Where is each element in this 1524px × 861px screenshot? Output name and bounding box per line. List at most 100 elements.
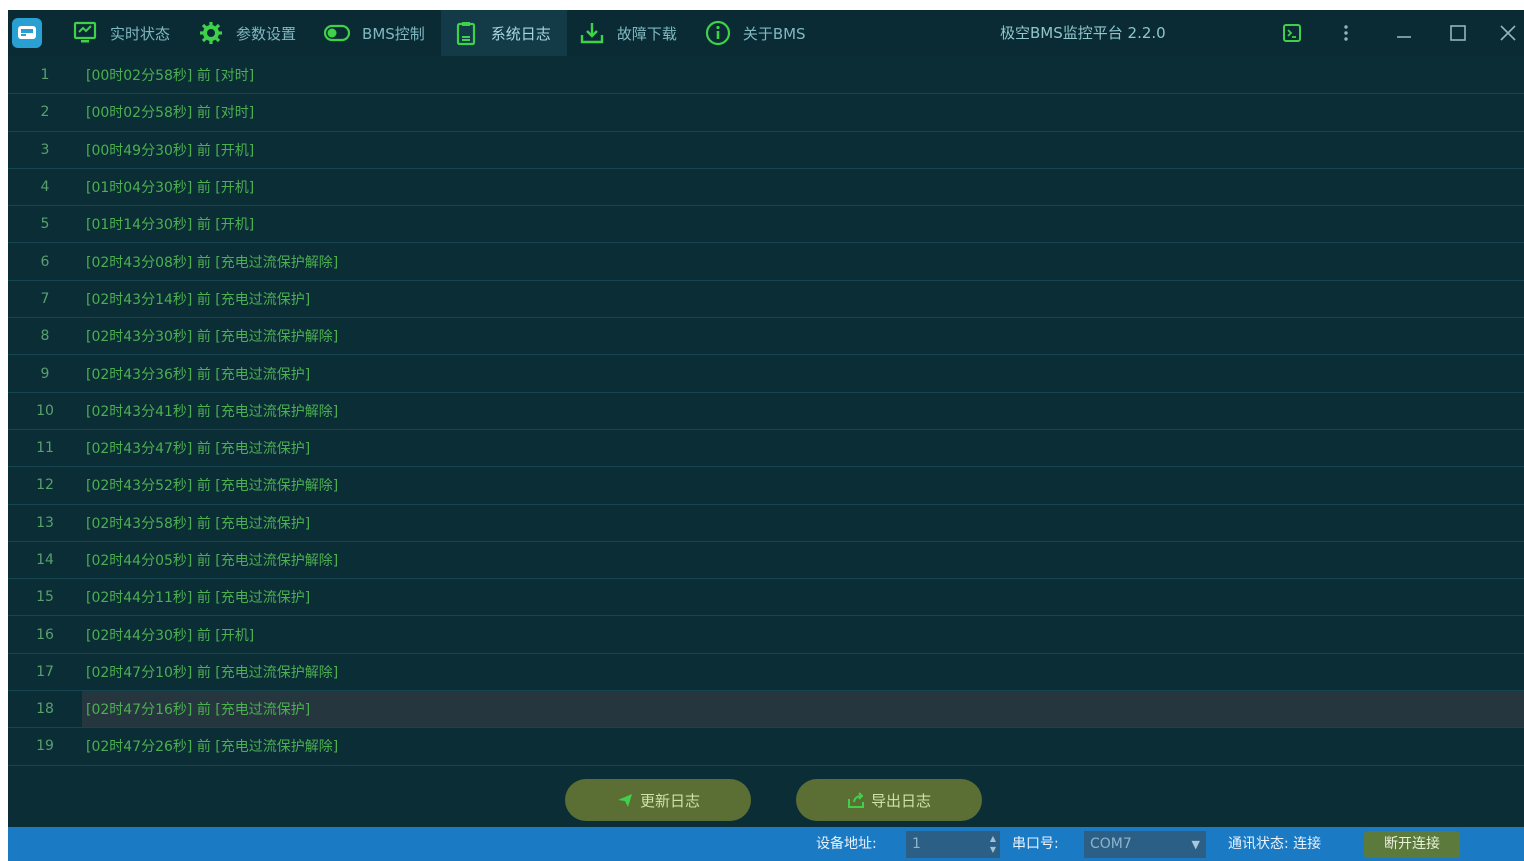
- device-address-label: 设备地址:: [816, 836, 877, 852]
- info-icon: [705, 20, 731, 46]
- log-row[interactable]: 13 [02时43分58秒] 前 [充电过流保护]: [8, 505, 1524, 542]
- log-row-text: [02时43分41秒] 前 [充电过流保护解除]: [86, 403, 339, 420]
- log-row[interactable]: 2 [00时02分58秒] 前 [对时]: [8, 94, 1524, 132]
- tab-label: BMS控制: [362, 24, 425, 43]
- log-row-text: [01时04分30秒] 前 [开机]: [86, 180, 255, 197]
- app-logo-icon: [12, 18, 42, 48]
- log-row-text: [00时02分58秒] 前 [对时]: [86, 105, 255, 122]
- log-row-number: 2: [40, 104, 50, 121]
- tab-system-log[interactable]: 系统日志: [440, 10, 567, 56]
- minimize-icon[interactable]: [1384, 10, 1424, 56]
- clipboard-icon: [453, 20, 479, 46]
- tab-fault-download[interactable]: 故障下载: [567, 10, 693, 56]
- tab-label: 系统日志: [490, 24, 551, 43]
- log-row-number: 19: [36, 738, 54, 755]
- log-row[interactable]: 19 [02时47分26秒] 前 [充电过流保护解除]: [8, 728, 1524, 766]
- log-row[interactable]: 16 [02时44分30秒] 前 [开机]: [8, 616, 1524, 654]
- log-row-text: [02时43分58秒] 前 [充电过流保护]: [86, 515, 311, 532]
- chevron-down-icon: ▼: [1191, 838, 1200, 851]
- terminal-icon[interactable]: [1272, 10, 1312, 56]
- log-row[interactable]: 5 [01时14分30秒] 前 [开机]: [8, 206, 1524, 244]
- log-row-text: [02时43分14秒] 前 [充电过流保护]: [86, 291, 311, 308]
- log-row-number: 3: [40, 141, 50, 158]
- log-row[interactable]: 4 [01时04分30秒] 前 [开机]: [8, 169, 1524, 207]
- refresh-log-button[interactable]: 更新日志: [565, 779, 751, 821]
- log-row[interactable]: 3 [00时49分30秒] 前 [开机]: [8, 132, 1524, 169]
- gear-icon: [198, 20, 224, 46]
- log-row[interactable]: 9 [02时43分36秒] 前 [充电过流保护]: [8, 355, 1524, 393]
- monitor-icon: [72, 20, 98, 46]
- log-row[interactable]: 1 [00时02分58秒] 前 [对时]: [8, 57, 1524, 95]
- log-row[interactable]: 8 [02时43分30秒] 前 [充电过流保护解除]: [8, 318, 1524, 356]
- log-row[interactable]: 17 [02时47分10秒] 前 [充电过流保护解除]: [8, 654, 1524, 692]
- log-row[interactable]: 15 [02时44分11秒] 前 [充电过流保护]: [8, 579, 1524, 617]
- log-row-text: [00时49分30秒] 前 [开机]: [86, 142, 255, 159]
- disconnect-button[interactable]: 断开连接: [1364, 831, 1460, 858]
- more-menu-icon[interactable]: [1326, 10, 1366, 56]
- log-row[interactable]: 10 [02时43分41秒] 前 [充电过流保护解除]: [8, 393, 1524, 430]
- tab-label: 参数设置: [236, 24, 297, 43]
- log-row-text: [01时14分30秒] 前 [开机]: [86, 217, 255, 234]
- log-row-number: 14: [36, 552, 54, 568]
- tab-realtime-status[interactable]: 实时状态: [60, 10, 186, 56]
- tab-label: 实时状态: [110, 24, 171, 43]
- log-row-text: [02时43分52秒] 前 [充电过流保护解除]: [86, 478, 339, 495]
- toggle-icon: [324, 20, 351, 46]
- log-row[interactable]: 12 [02时43分52秒] 前 [充电过流保护解除]: [8, 467, 1524, 505]
- log-row-number: 6: [40, 253, 50, 270]
- log-row-number: 10: [36, 402, 54, 419]
- port-label: 串口号:: [1012, 836, 1059, 852]
- top-bar: 实时状态 参数设置 BMS控制 系统日志 故障下载 关于BMS 极空BMS监控平…: [8, 10, 1524, 56]
- log-row-text: [02时43分36秒] 前 [充电过流保护]: [86, 366, 311, 383]
- port-value: COM7: [1090, 836, 1132, 852]
- refresh-log-label: 更新日志: [639, 791, 700, 810]
- spinner-arrows-icon[interactable]: ▲ ▼: [988, 833, 998, 856]
- export-log-label: 导出日志: [870, 791, 931, 810]
- log-row-number: 8: [40, 328, 50, 345]
- window-title: 极空BMS监控平台 2.2.0: [1000, 24, 1166, 42]
- device-address-input[interactable]: 1 ▲ ▼: [906, 831, 1000, 858]
- port-select[interactable]: COM7 ▼: [1084, 831, 1206, 858]
- export-icon: [847, 792, 864, 808]
- log-row[interactable]: 11 [02时43分47秒] 前 [充电过流保护]: [8, 430, 1524, 468]
- log-row-number: 15: [36, 589, 54, 606]
- log-row-number: 17: [36, 663, 54, 680]
- log-row[interactable]: 7 [02时43分14秒] 前 [充电过流保护]: [8, 281, 1524, 319]
- log-row[interactable]: 6 [02时43分08秒] 前 [充电过流保护解除]: [8, 243, 1524, 281]
- log-row-text: [02时47分10秒] 前 [充电过流保护解除]: [86, 664, 339, 681]
- log-row-number: 13: [36, 514, 54, 531]
- close-icon[interactable]: [1492, 10, 1524, 56]
- log-row-number: 11: [36, 440, 54, 457]
- tab-parameter-settings[interactable]: 参数设置: [186, 10, 312, 56]
- log-row-number: 18: [36, 701, 54, 718]
- log-row-text: [02时44分11秒] 前 [充电过流保护]: [86, 590, 311, 607]
- tab-bms-control[interactable]: BMS控制: [312, 10, 441, 56]
- log-row-number: 12: [36, 477, 54, 494]
- device-address-value: 1: [912, 836, 921, 852]
- send-icon: [617, 794, 632, 807]
- log-row-text: [02时43分30秒] 前 [充电过流保护解除]: [86, 329, 339, 346]
- log-row-text: [02时47分26秒] 前 [充电过流保护解除]: [86, 739, 339, 756]
- log-row[interactable]: 18 [02时47分16秒] 前 [充电过流保护]: [8, 691, 1524, 729]
- tab-label: 故障下载: [616, 24, 677, 43]
- log-row-number: 7: [40, 290, 50, 307]
- log-row-number: 9: [40, 365, 50, 382]
- status-bar: 设备地址: 1 ▲ ▼ 串口号: COM7 ▼ 通讯状态: 连接 断开连接: [8, 827, 1524, 861]
- log-row-text: [02时43分08秒] 前 [充电过流保护解除]: [86, 254, 339, 271]
- maximize-icon[interactable]: [1438, 10, 1478, 56]
- tab-about-bms[interactable]: 关于BMS: [693, 10, 822, 56]
- log-row-text: [02时43分47秒] 前 [充电过流保护]: [86, 441, 311, 458]
- comm-status: 通讯状态: 连接: [1228, 836, 1322, 852]
- tab-label: 关于BMS: [742, 24, 806, 43]
- log-row-number: 16: [36, 626, 54, 643]
- log-row-text: [02时47分16秒] 前 [充电过流保护]: [82, 691, 1524, 728]
- system-log-list[interactable]: 1 [00时02分58秒] 前 [对时] 2 [00时02分58秒] 前 [对时] 3 […: [8, 57, 1524, 769]
- log-row-number: 4: [40, 179, 50, 196]
- log-row-text: [02时44分30秒] 前 [开机]: [86, 627, 255, 644]
- log-row-number: 5: [40, 216, 50, 233]
- log-row-text: [00时02分58秒] 前 [对时]: [86, 68, 255, 85]
- app-window: 实时状态 参数设置 BMS控制 系统日志 故障下载 关于BMS 极空BMS监控平…: [8, 10, 1524, 861]
- download-icon: [579, 20, 605, 46]
- export-log-button[interactable]: 导出日志: [796, 779, 982, 821]
- log-row[interactable]: 14 [02时44分05秒] 前 [充电过流保护解除]: [8, 542, 1524, 580]
